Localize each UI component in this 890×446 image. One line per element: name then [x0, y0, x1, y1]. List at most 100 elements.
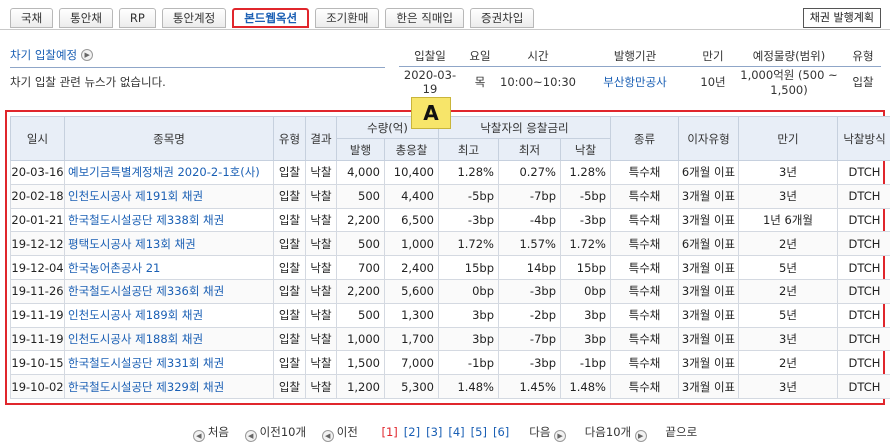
- cell-kind: 특수채: [610, 326, 679, 352]
- page-link-5[interactable]: [5]: [471, 425, 487, 439]
- cell-issue-amount: 1,200: [336, 374, 385, 399]
- next-button[interactable]: 다음 ▶: [529, 425, 569, 442]
- tab-bondweb-auction[interactable]: 본드웹옥션: [232, 8, 310, 28]
- header-interest-type: 이자유형: [678, 116, 739, 161]
- upcoming-issuer-link[interactable]: 부산항만공사: [577, 66, 693, 97]
- cell-maturity: 2년: [738, 231, 838, 257]
- cell-result: 낙찰: [305, 207, 337, 233]
- table-row: 19-12-12 평택도시공사 제13회 채권 입찰 낙찰 500 1,000 1.72% 1…: [10, 231, 890, 257]
- bond-name-link[interactable]: 예보기금특별계정채권 2020-2-1호(사): [64, 160, 274, 185]
- cell-method: DTCH: [837, 350, 890, 376]
- tab-msb[interactable]: 통안채: [59, 8, 113, 28]
- bond-name-link[interactable]: 한국철도시설공단 제338회 채권: [64, 207, 274, 233]
- issuance-plan-button[interactable]: 채권 발행계획: [802, 8, 881, 28]
- cell-lowest-rate: -7bp: [498, 326, 561, 352]
- page-link-6[interactable]: [6]: [493, 425, 509, 439]
- upcoming-auction-title[interactable]: 차기 입찰예정 ▶: [10, 46, 385, 64]
- cell-interest-type: 3개월 이표: [678, 302, 739, 328]
- bond-name-link[interactable]: 평택도시공사 제13회 채권: [64, 231, 274, 257]
- cell-total-bid: 5,300: [384, 374, 439, 399]
- cell-winning-rate: 1.72%: [560, 231, 611, 257]
- cell-highest-rate: 3bp: [438, 326, 499, 352]
- cell-issue-amount: 1,000: [336, 326, 385, 352]
- header-type: 유형: [845, 46, 881, 67]
- cell-method: DTCH: [837, 160, 890, 185]
- tab-securities-borrowing[interactable]: 증권차입: [469, 8, 535, 28]
- cell-lowest-rate: -3bp: [498, 350, 561, 376]
- cell-type: 입찰: [273, 374, 306, 399]
- cell-date: 20-01-21: [10, 207, 65, 233]
- cell-maturity: 2년: [738, 278, 838, 304]
- prev10-label: 이전10개: [259, 425, 307, 439]
- arrow-right-icon[interactable]: ▶: [81, 49, 94, 61]
- bond-name-link[interactable]: 한국철도시설공단 제331회 채권: [64, 350, 274, 376]
- bond-name-link[interactable]: 한국농어촌공사 21: [64, 255, 274, 280]
- cell-date: 20-02-18: [10, 183, 65, 209]
- cell-winning-rate: 1.28%: [560, 160, 611, 185]
- bond-name-link[interactable]: 한국철도시설공단 제329회 채권: [64, 374, 274, 399]
- cell-date: 19-11-19: [10, 326, 65, 352]
- upcoming-auction-panel: 차기 입찰예정 ▶ 차기 입찰 관련 뉴스가 없습니다.: [10, 46, 385, 90]
- cell-method: DTCH: [837, 231, 890, 257]
- cell-total-bid: 1,000: [384, 231, 439, 257]
- cell-lowest-rate: -7bp: [498, 183, 561, 209]
- cell-highest-rate: 15bp: [438, 255, 499, 280]
- header-lowest: 최저: [498, 138, 561, 161]
- cell-interest-type: 3개월 이표: [678, 374, 739, 399]
- cell-result: 낙찰: [305, 160, 337, 185]
- tab-rp[interactable]: RP: [118, 8, 156, 28]
- pagination: ◀ 처음 ◀ 이전10개 ◀ 이전 [1] [2] [3] [4] [5] [6] 다음 ▶ 다…: [0, 424, 890, 442]
- cell-method: DTCH: [837, 183, 890, 209]
- cell-total-bid: 6,500: [384, 207, 439, 233]
- cell-interest-type: 3개월 이표: [678, 326, 739, 352]
- prev10-button[interactable]: ◀ 이전10개: [244, 425, 307, 442]
- page-link-1[interactable]: [1]: [381, 425, 397, 439]
- cell-result: 낙찰: [305, 183, 337, 209]
- cell-method: DTCH: [837, 326, 890, 352]
- cell-total-bid: 7,000: [384, 350, 439, 376]
- cell-type: 입찰: [273, 160, 306, 185]
- first-page-button[interactable]: ◀ 처음: [192, 425, 229, 442]
- cell-kind: 특수채: [610, 160, 679, 185]
- next10-button[interactable]: 다음10개 ▶: [585, 425, 650, 442]
- header-weekday: 요일: [461, 46, 499, 67]
- header-highest: 최고: [438, 138, 499, 161]
- prev-button[interactable]: ◀ 이전: [321, 425, 358, 442]
- bond-name-link[interactable]: 인천도시공사 제188회 채권: [64, 326, 274, 352]
- cell-date: 19-11-19: [10, 302, 65, 328]
- cell-result: 낙찰: [305, 302, 337, 328]
- tab-early-redemption[interactable]: 조기환매: [315, 8, 380, 28]
- arrow-right-icon: ▶: [554, 430, 567, 442]
- page-link-4[interactable]: [4]: [448, 425, 464, 439]
- tab-msa[interactable]: 통안계정: [161, 8, 227, 28]
- cell-method: DTCH: [837, 374, 890, 399]
- cell-kind: 특수채: [610, 255, 679, 280]
- bond-name-link[interactable]: 한국철도시설공단 제336회 채권: [64, 278, 274, 304]
- upcoming-weekday: 목: [474, 74, 486, 89]
- upcoming-amount: 1,000억원 (500 ~ 1,500): [740, 67, 838, 97]
- cell-winning-rate: 15bp: [560, 255, 611, 280]
- arrow-left-icon: ◀: [192, 430, 205, 442]
- cell-kind: 특수채: [610, 183, 679, 209]
- bond-name-link[interactable]: 인천도시공사 제191회 채권: [64, 183, 274, 209]
- upcoming-auction-label: 차기 입찰예정: [10, 48, 78, 62]
- page-link-2[interactable]: [2]: [404, 425, 420, 439]
- tab-bok-direct-purchase[interactable]: 한은 직매입: [385, 8, 464, 28]
- last-page-button[interactable]: 끝으로: [665, 425, 697, 439]
- table-row: 20-02-18 인천도시공사 제191회 채권 입찰 낙찰 500 4,400 -5bp -…: [10, 183, 890, 209]
- table-row: 19-12-04 한국농어촌공사 21 입찰 낙찰 700 2,400 15bp 14bp 15…: [10, 255, 890, 280]
- cell-lowest-rate: -2bp: [498, 302, 561, 328]
- page-link-3[interactable]: [3]: [426, 425, 442, 439]
- cell-kind: 특수채: [610, 207, 679, 233]
- cell-date: 20-03-16: [10, 160, 65, 185]
- tab-treasury-bonds[interactable]: 국채: [10, 8, 54, 28]
- cell-lowest-rate: 0.27%: [498, 160, 561, 185]
- bond-name-link[interactable]: 인천도시공사 제189회 채권: [64, 302, 274, 328]
- cell-result: 낙찰: [305, 374, 337, 399]
- last-page-label: 끝으로: [665, 425, 698, 439]
- cell-maturity: 3년: [738, 183, 838, 209]
- header-maturity: 만기: [738, 116, 838, 161]
- cell-type: 입찰: [273, 326, 306, 352]
- cell-lowest-rate: 1.57%: [498, 231, 561, 257]
- cell-kind: 특수채: [610, 231, 679, 257]
